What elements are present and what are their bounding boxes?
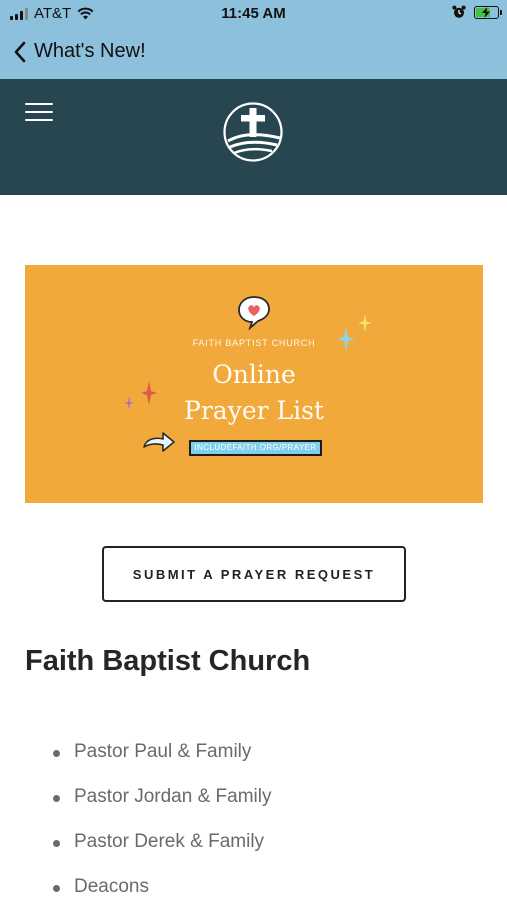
status-indicators <box>452 5 502 19</box>
chevron-left-icon <box>14 41 26 62</box>
navigation-bar: What's New! <box>0 28 507 79</box>
hamburger-menu-icon[interactable] <box>25 103 53 125</box>
prayer-list-banner: FAITH BAPTIST CHURCH Online Prayer List … <box>25 265 483 503</box>
banner-url: INCLUDEFAITH.ORG/PRAYER <box>189 440 322 456</box>
church-cross-logo <box>223 102 283 162</box>
submit-prayer-request-button[interactable]: SUBMIT A PRAYER REQUEST <box>102 546 406 602</box>
list-item: Pastor Jordan & Family <box>50 780 271 825</box>
list-item: Deacons <box>50 870 271 900</box>
back-button[interactable]: What's New! <box>14 40 146 63</box>
alarm-icon <box>452 5 466 18</box>
banner-title-line1: Online <box>212 360 296 389</box>
list-item: Pastor Paul & Family <box>50 735 271 780</box>
banner-title: Online Prayer List <box>25 357 483 429</box>
battery-icon <box>474 5 502 19</box>
prayer-list: Pastor Paul & Family Pastor Jordan & Fam… <box>50 735 271 900</box>
sparkle-icon <box>358 314 372 332</box>
back-label: What's New! <box>34 40 146 62</box>
section-title: Faith Baptist Church <box>25 645 311 677</box>
status-bar: AT&T 11:45 AM <box>0 0 507 28</box>
list-item: Pastor Derek & Family <box>50 825 271 870</box>
arrow-right-icon <box>143 432 175 452</box>
status-time: 11:45 AM <box>221 5 286 22</box>
heart-speech-bubble-icon <box>238 296 270 330</box>
submit-prayer-request-label: SUBMIT A PRAYER REQUEST <box>132 566 376 582</box>
banner-church-name: FAITH BAPTIST CHURCH <box>192 338 316 348</box>
site-header <box>0 79 507 195</box>
banner-title-line2: Prayer List <box>184 396 324 425</box>
